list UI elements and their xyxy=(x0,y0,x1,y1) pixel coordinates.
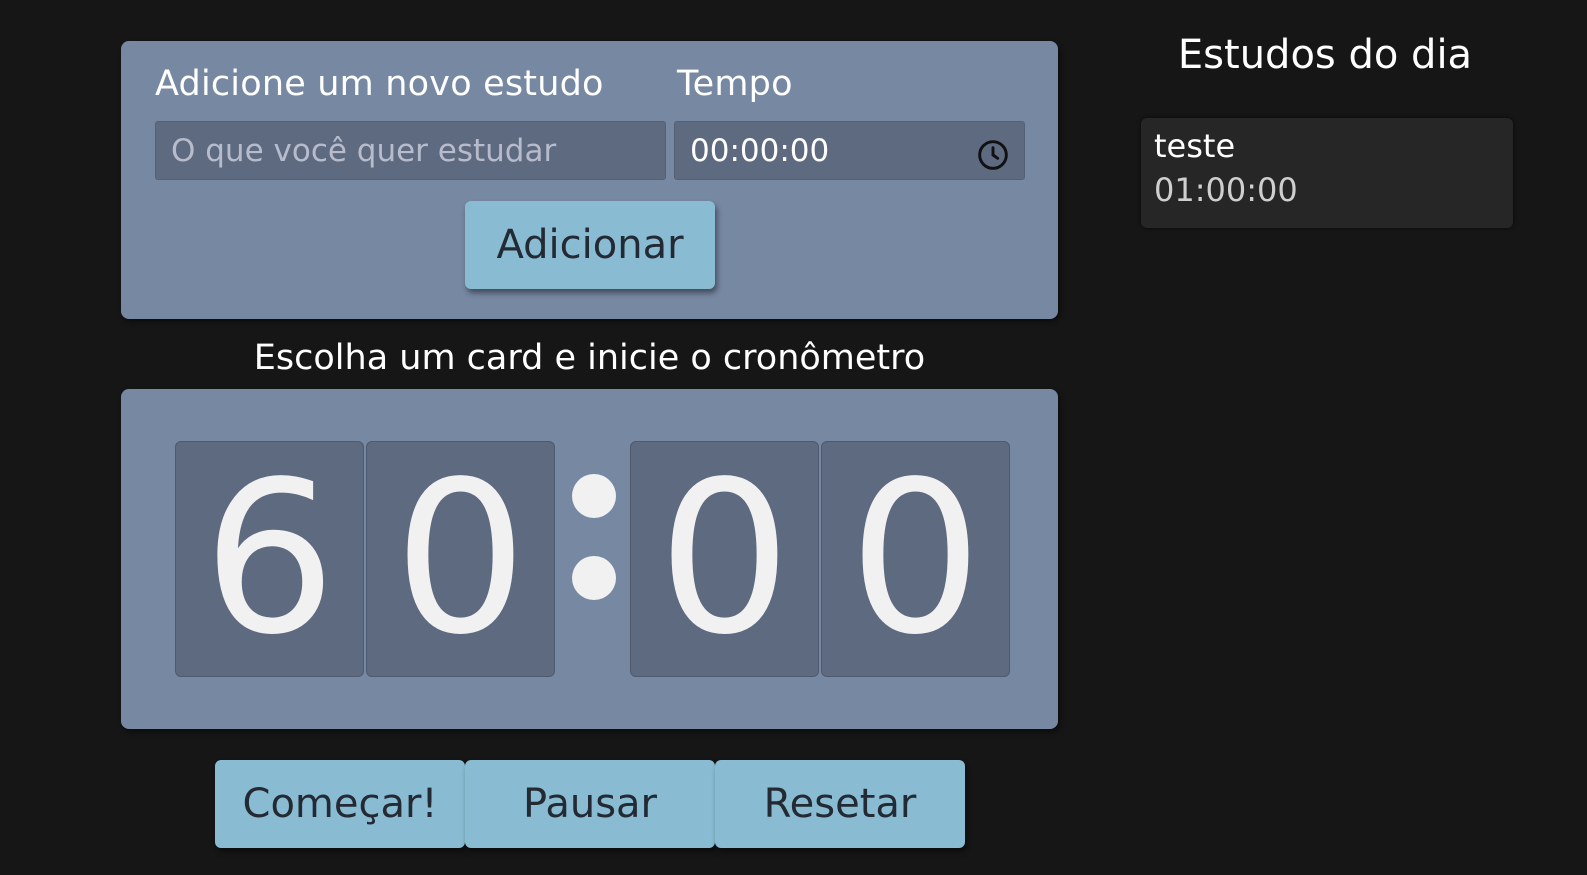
clock-icon[interactable] xyxy=(977,139,1009,171)
study-input[interactable] xyxy=(155,121,666,180)
time-input-value: 00:00:00 xyxy=(690,132,830,169)
reset-button[interactable]: Resetar xyxy=(715,760,965,848)
time-input[interactable]: 00:00:00 xyxy=(674,121,1025,180)
time-label: Tempo xyxy=(677,64,793,104)
timer-colon-bottom-dot xyxy=(572,556,616,600)
add-button[interactable]: Adicionar xyxy=(465,201,715,289)
timer-digit-minutes-tens: 6 xyxy=(175,441,364,677)
timer-digit-minutes-ones: 0 xyxy=(366,441,555,677)
timer-digit-seconds-tens: 0 xyxy=(630,441,819,677)
study-label: Adicione um novo estudo xyxy=(155,64,604,104)
study-card-name: teste xyxy=(1154,127,1236,165)
timer-hint: Escolha um card e inicie o cronômetro xyxy=(253,338,926,378)
daily-studies-title: Estudos do dia xyxy=(1177,32,1473,78)
pause-button[interactable]: Pausar xyxy=(465,760,715,848)
study-card-time: 01:00:00 xyxy=(1154,171,1298,209)
start-button[interactable]: Começar! xyxy=(215,760,465,848)
study-card[interactable]: teste 01:00:00 xyxy=(1141,118,1513,228)
timer-digit-seconds-ones: 0 xyxy=(821,441,1010,677)
app-root: Adicione um novo estudo Tempo 00:00:00 A… xyxy=(0,0,1587,875)
timer-colon-top-dot xyxy=(572,474,616,518)
